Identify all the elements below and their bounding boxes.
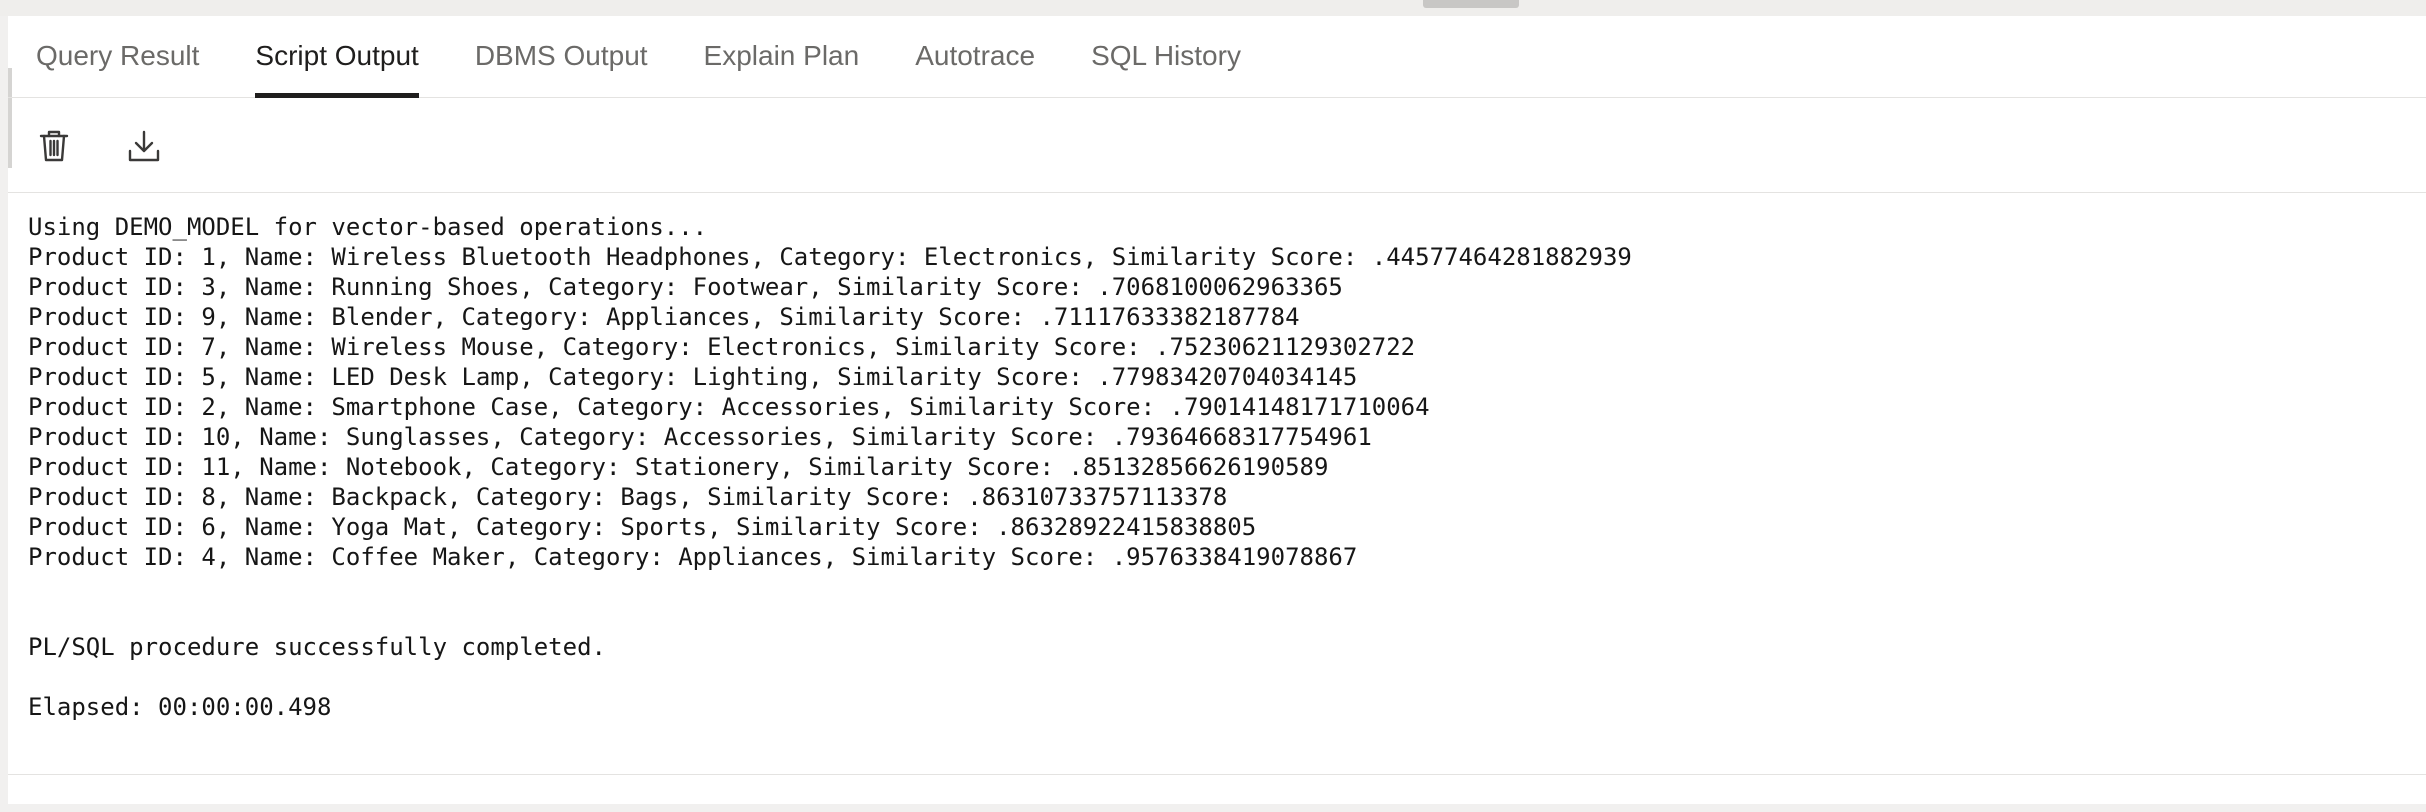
output-line: Product ID: 5, Name: LED Desk Lamp, Cate…	[28, 363, 1358, 391]
output-line: Product ID: 11, Name: Notebook, Category…	[28, 453, 1329, 481]
output-line: Product ID: 9, Name: Blender, Category: …	[28, 303, 1300, 331]
output-line: Product ID: 2, Name: Smartphone Case, Ca…	[28, 393, 1430, 421]
tab-sql-history[interactable]: SQL History	[1091, 16, 1241, 97]
tab-script-output[interactable]: Script Output	[255, 16, 420, 98]
tab-dbms-output[interactable]: DBMS Output	[475, 16, 648, 97]
download-icon	[128, 130, 160, 162]
output-toolbar	[8, 99, 2426, 193]
output-line: PL/SQL procedure successfully completed.	[28, 633, 606, 661]
trash-icon	[39, 130, 69, 162]
tab-explain-plan[interactable]: Explain Plan	[704, 16, 860, 97]
output-line: Product ID: 7, Name: Wireless Mouse, Cat…	[28, 333, 1416, 361]
output-line: Product ID: 3, Name: Running Shoes, Cate…	[28, 273, 1343, 301]
output-line: Product ID: 4, Name: Coffee Maker, Categ…	[28, 543, 1358, 571]
panel-bottom-border	[8, 774, 2426, 775]
tab-query-result[interactable]: Query Result	[36, 16, 199, 97]
output-line: Product ID: 6, Name: Yoga Mat, Category:…	[28, 513, 1257, 541]
clear-output-button[interactable]	[32, 124, 76, 168]
output-line: Product ID: 10, Name: Sunglasses, Catego…	[28, 423, 1372, 451]
output-line: Product ID: 8, Name: Backpack, Category:…	[28, 483, 1228, 511]
tab-autotrace[interactable]: Autotrace	[915, 16, 1035, 97]
output-line: Elapsed: 00:00:00.498	[28, 693, 332, 721]
download-output-button[interactable]	[122, 124, 166, 168]
splitter-handle[interactable]	[1423, 0, 1519, 8]
script-output-text: Using DEMO_MODEL for vector-based operat…	[28, 212, 2408, 772]
result-tabs: Query Result Script Output DBMS Output E…	[8, 16, 2426, 98]
output-line: Product ID: 1, Name: Wireless Bluetooth …	[28, 243, 1632, 271]
output-line: Using DEMO_MODEL for vector-based operat…	[28, 213, 708, 241]
output-panel: Query Result Script Output DBMS Output E…	[8, 16, 2426, 804]
top-strip	[0, 0, 2426, 16]
